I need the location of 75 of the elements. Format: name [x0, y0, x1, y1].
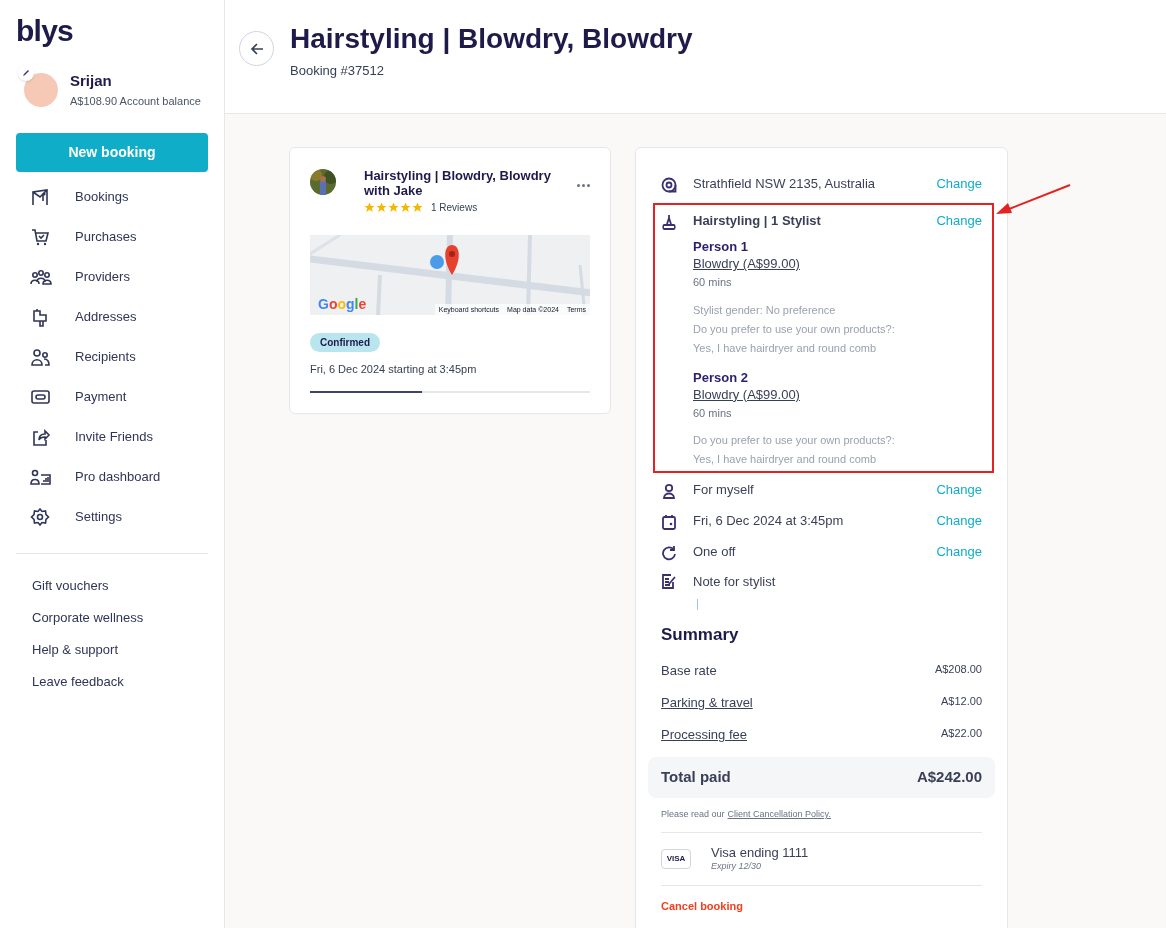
booking-title: Hairstyling | Blowdry, Blowdry with Jake	[364, 168, 552, 198]
total-label: Total paid	[661, 767, 731, 788]
service-link[interactable]: Blowdry (A$99.00)	[693, 386, 800, 403]
fee-amount: A$208.00	[934, 662, 982, 677]
person-name: Person 1	[693, 239, 749, 255]
group-icon	[30, 267, 52, 287]
sidebar-link[interactable]: Corporate wellness	[16, 602, 208, 634]
repeat-icon	[661, 545, 677, 561]
booking-time: Fri, 6 Dec 2024 starting at 3:45pm	[310, 362, 478, 377]
person-name: Person 2	[693, 369, 749, 386]
card-expiry: Expiry 12/30	[711, 860, 763, 873]
card-icon	[30, 387, 52, 407]
fee-link[interactable]: Parking & travel	[661, 693, 753, 713]
star-icon	[412, 202, 423, 213]
fee-link[interactable]: Processing fee	[661, 725, 747, 745]
people-icon	[30, 347, 52, 367]
total-amount: A$242.00	[916, 767, 982, 788]
payment-title: Visa ending 1111	[711, 844, 809, 860]
answer-text: Do you prefer to use your own products?:	[693, 433, 896, 448]
duration: 60 mins	[693, 405, 733, 421]
nav-item[interactable]: Recipients	[16, 337, 208, 377]
dashboard-icon	[30, 467, 52, 487]
settings-icon	[30, 507, 52, 527]
nav-item[interactable]: Bookings	[16, 177, 208, 217]
nav-item[interactable]: Settings	[16, 497, 208, 537]
nav-item[interactable]: Purchases	[16, 217, 208, 257]
note-label: Note for stylist	[693, 573, 777, 591]
service-title: Hairstyling | 1 Stylist	[693, 213, 821, 229]
fee-amount: A$22.00	[941, 726, 982, 741]
star-icon	[388, 202, 399, 213]
page-title: Hairstyling | Blowdry, Blowdry	[290, 22, 693, 56]
star-icon	[376, 202, 387, 213]
review-count[interactable]: 1 Reviews	[431, 200, 478, 215]
star-icon	[364, 202, 375, 213]
sidebar-link[interactable]: Gift vouchers	[16, 570, 208, 602]
summary-title: Summary	[661, 623, 740, 646]
nav-item[interactable]: Invite Friends	[16, 417, 208, 457]
account-balance: A$108.90 Account balance	[70, 93, 201, 109]
duration: 60 mins	[693, 275, 733, 290]
person-icon	[661, 483, 677, 499]
sidebar-link[interactable]: Leave feedback	[16, 666, 208, 698]
detail-text: One off	[693, 544, 736, 560]
answer-text: Yes, I have hairdryer and round comb	[693, 340, 878, 356]
nav-item[interactable]: Payment	[16, 377, 208, 417]
status-badge: Confirmed	[310, 333, 380, 352]
detail-text: Strathfield NSW 2135, Australia	[693, 176, 876, 192]
answer-text: Yes, I have hairdryer and round comb	[693, 452, 878, 467]
cart-icon	[30, 227, 52, 247]
visa-card-icon: VISA	[661, 848, 691, 869]
fee-label: Base rate	[661, 662, 717, 680]
edit-icon[interactable]	[18, 64, 34, 81]
detail-text: For myself	[693, 482, 754, 498]
booking-number: Booking #37512	[290, 62, 385, 80]
star-icon	[400, 202, 411, 213]
user-name: Srijan	[70, 71, 113, 91]
share-icon	[30, 427, 52, 447]
answer-text: Stylist gender: No preference	[693, 302, 837, 318]
nav-item[interactable]: Addresses	[16, 297, 208, 337]
more-options-button[interactable]	[577, 184, 590, 187]
sidebar-link[interactable]: Help & support	[16, 634, 208, 666]
calendar-icon	[661, 514, 677, 530]
fee-amount: A$12.00	[941, 694, 982, 709]
detail-text: Fri, 6 Dec 2024 at 3:45pm	[693, 513, 844, 529]
nav-item[interactable]: Providers	[16, 257, 208, 297]
cancel-booking-link[interactable]: Cancel booking	[661, 898, 982, 915]
policy-link[interactable]: Client Cancellation Policy.	[727, 808, 831, 822]
note-icon	[661, 573, 677, 589]
answer-text: Do you prefer to use your own products?:	[693, 321, 896, 337]
avatar	[24, 72, 58, 107]
service-link[interactable]: Blowdry (A$99.00)	[693, 256, 800, 272]
back-arrow-icon	[249, 41, 264, 56]
location-icon	[661, 177, 677, 193]
nav-item[interactable]: Pro dashboard	[16, 457, 208, 497]
logo[interactable]: blys	[16, 16, 208, 46]
policy-text: Please read our	[661, 808, 725, 821]
